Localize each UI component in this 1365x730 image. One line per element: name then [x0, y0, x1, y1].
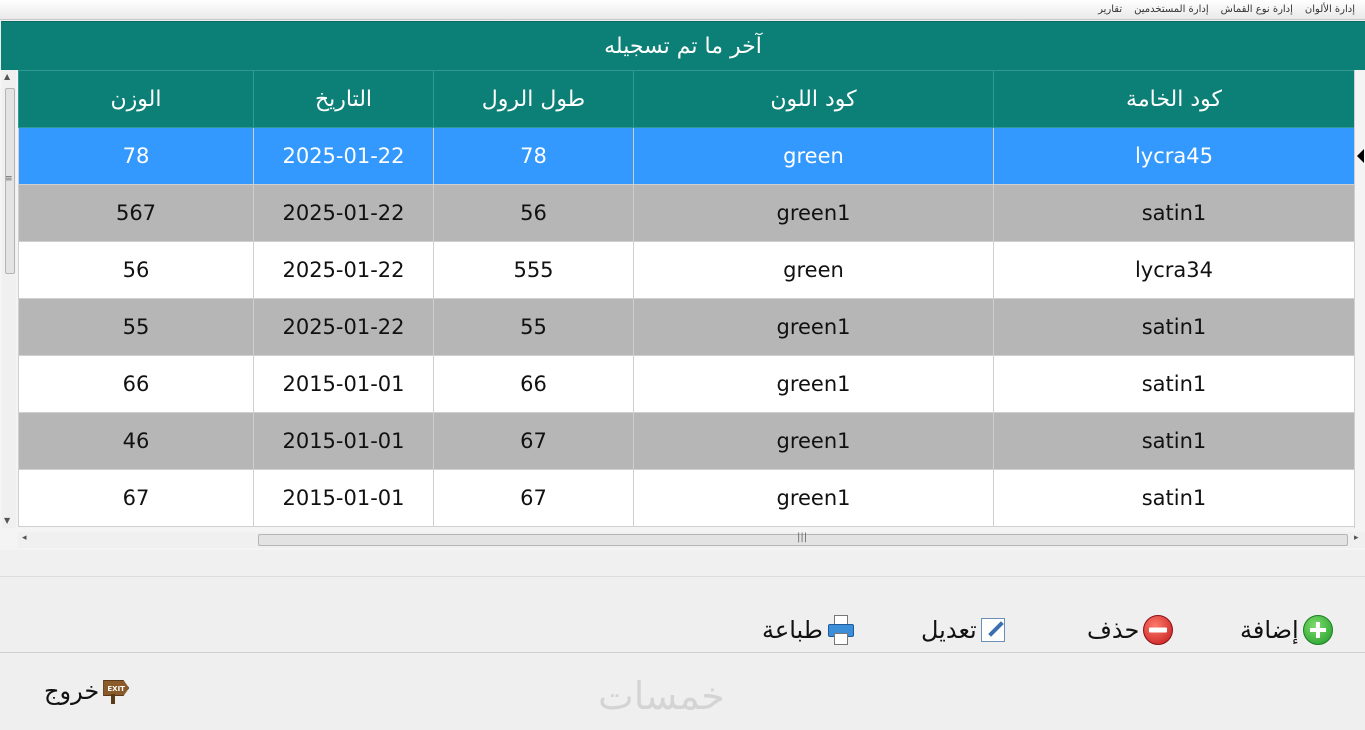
- column-header-material[interactable]: كود الخامة: [993, 70, 1355, 128]
- cell-roll-length[interactable]: 67: [433, 469, 634, 527]
- cell-material[interactable]: satin1: [993, 412, 1355, 470]
- horizontal-scrollbar[interactable]: ◂ ||| ▸: [18, 532, 1365, 548]
- table-row[interactable]: satin1 green1 67 2015-01-01 67: [18, 469, 1355, 527]
- cell-weight[interactable]: 67: [18, 469, 254, 527]
- cell-material[interactable]: satin1: [993, 355, 1355, 413]
- cell-material[interactable]: satin1: [993, 184, 1355, 242]
- scroll-grip-icon: ≡: [5, 174, 13, 184]
- cell-roll-length[interactable]: 78: [433, 127, 634, 185]
- cell-date[interactable]: 2015-01-01: [253, 412, 434, 470]
- table-row[interactable]: satin1 green1 67 2015-01-01 46: [18, 412, 1355, 470]
- cell-roll-length[interactable]: 55: [433, 298, 634, 356]
- cell-roll-length[interactable]: 67: [433, 412, 634, 470]
- cell-color[interactable]: green1: [633, 469, 994, 527]
- cell-weight[interactable]: 78: [18, 127, 254, 185]
- cell-weight[interactable]: 66: [18, 355, 254, 413]
- delete-button[interactable]: حذف: [1087, 613, 1174, 647]
- scroll-right-icon[interactable]: ▸: [1354, 533, 1359, 543]
- scroll-down-icon[interactable]: ▼: [4, 516, 10, 525]
- column-header-weight[interactable]: الوزن: [18, 70, 254, 128]
- minus-circle-icon: [1143, 615, 1174, 645]
- column-header-color[interactable]: كود اللون: [633, 70, 994, 128]
- cell-roll-length[interactable]: 56: [433, 184, 634, 242]
- cell-date[interactable]: 2025-01-22: [253, 298, 434, 356]
- cell-color[interactable]: green1: [633, 355, 994, 413]
- exit-button[interactable]: EXIT خروج: [44, 674, 135, 708]
- printer-icon: [827, 615, 855, 645]
- cell-material[interactable]: satin1: [993, 469, 1355, 527]
- table-row[interactable]: lycra45 green 78 2025-01-22 78: [18, 127, 1355, 185]
- plus-circle-icon: [1302, 615, 1333, 645]
- cell-color[interactable]: green1: [633, 184, 994, 242]
- table-row[interactable]: lycra34 green 555 2025-01-22 56: [18, 241, 1355, 299]
- watermark-logo: خمسات: [598, 674, 725, 718]
- cell-weight[interactable]: 567: [18, 184, 254, 242]
- edit-button-label: تعديل: [921, 616, 977, 644]
- cell-material[interactable]: satin1: [993, 298, 1355, 356]
- scroll-left-icon[interactable]: ◂: [22, 533, 27, 543]
- cell-material[interactable]: lycra45: [993, 127, 1355, 185]
- data-grid: ▲ ≡ ▼ كود الخامة كود اللون طول الرول الت…: [0, 70, 1365, 550]
- print-button-label: طباعة: [762, 616, 823, 644]
- table-header-row: كود الخامة كود اللون طول الرول التاريخ ا…: [18, 70, 1355, 128]
- cell-weight[interactable]: 56: [18, 241, 254, 299]
- cell-weight[interactable]: 46: [18, 412, 254, 470]
- add-button-label: إضافة: [1240, 616, 1299, 644]
- hscroll-grip-icon: |||: [797, 532, 808, 543]
- edit-button[interactable]: تعديل: [921, 613, 1005, 647]
- current-row-arrow-icon: [1357, 149, 1364, 163]
- cell-weight[interactable]: 55: [18, 298, 254, 356]
- cell-date[interactable]: 2025-01-22: [253, 184, 434, 242]
- cell-date[interactable]: 2025-01-22: [253, 241, 434, 299]
- edit-pencil-icon: [980, 618, 1005, 642]
- menu-item-reports[interactable]: تقارير: [1092, 4, 1128, 15]
- cell-color[interactable]: green1: [633, 298, 994, 356]
- cell-color[interactable]: green: [633, 241, 994, 299]
- scroll-up-icon[interactable]: ▲: [4, 72, 10, 81]
- column-header-roll-length[interactable]: طول الرول: [433, 70, 634, 128]
- cell-color[interactable]: green1: [633, 412, 994, 470]
- cell-roll-length[interactable]: 555: [433, 241, 634, 299]
- column-header-date[interactable]: التاريخ: [253, 70, 434, 128]
- table-row[interactable]: satin1 green1 66 2015-01-01 66: [18, 355, 1355, 413]
- menu-item-colors[interactable]: إدارة الألوان: [1299, 4, 1361, 15]
- table-row[interactable]: satin1 green1 56 2025-01-22 567: [18, 184, 1355, 242]
- cell-material[interactable]: lycra34: [993, 241, 1355, 299]
- vertical-scrollbar[interactable]: ▲ ≡ ▼: [2, 70, 16, 528]
- row-header-column: [1354, 70, 1365, 528]
- print-button[interactable]: طباعة: [762, 613, 855, 647]
- exit-sign-icon: EXIT: [103, 678, 135, 704]
- exit-sign-text: EXIT: [103, 680, 130, 696]
- add-button[interactable]: إضافة: [1240, 613, 1333, 647]
- exit-button-label: خروج: [44, 677, 100, 705]
- bottom-bar: EXIT خروج خمسات: [0, 654, 1365, 730]
- cell-roll-length[interactable]: 66: [433, 355, 634, 413]
- panel-title: آخر ما تم تسجيله: [1, 21, 1365, 70]
- delete-button-label: حذف: [1087, 616, 1140, 644]
- cell-color[interactable]: green: [633, 127, 994, 185]
- table-row[interactable]: satin1 green1 55 2025-01-22 55: [18, 298, 1355, 356]
- cell-date[interactable]: 2025-01-22: [253, 127, 434, 185]
- menu-item-users[interactable]: إدارة المستخدمين: [1128, 4, 1215, 15]
- action-panel: إضافة حذف تعديل طباعة: [0, 576, 1365, 653]
- menu-bar: إدارة الألوان إدارة نوع القماش إدارة الم…: [0, 0, 1365, 20]
- cell-date[interactable]: 2015-01-01: [253, 355, 434, 413]
- records-table: كود الخامة كود اللون طول الرول التاريخ ا…: [18, 70, 1355, 527]
- cell-date[interactable]: 2015-01-01: [253, 469, 434, 527]
- menu-item-fabric-types[interactable]: إدارة نوع القماش: [1215, 4, 1299, 15]
